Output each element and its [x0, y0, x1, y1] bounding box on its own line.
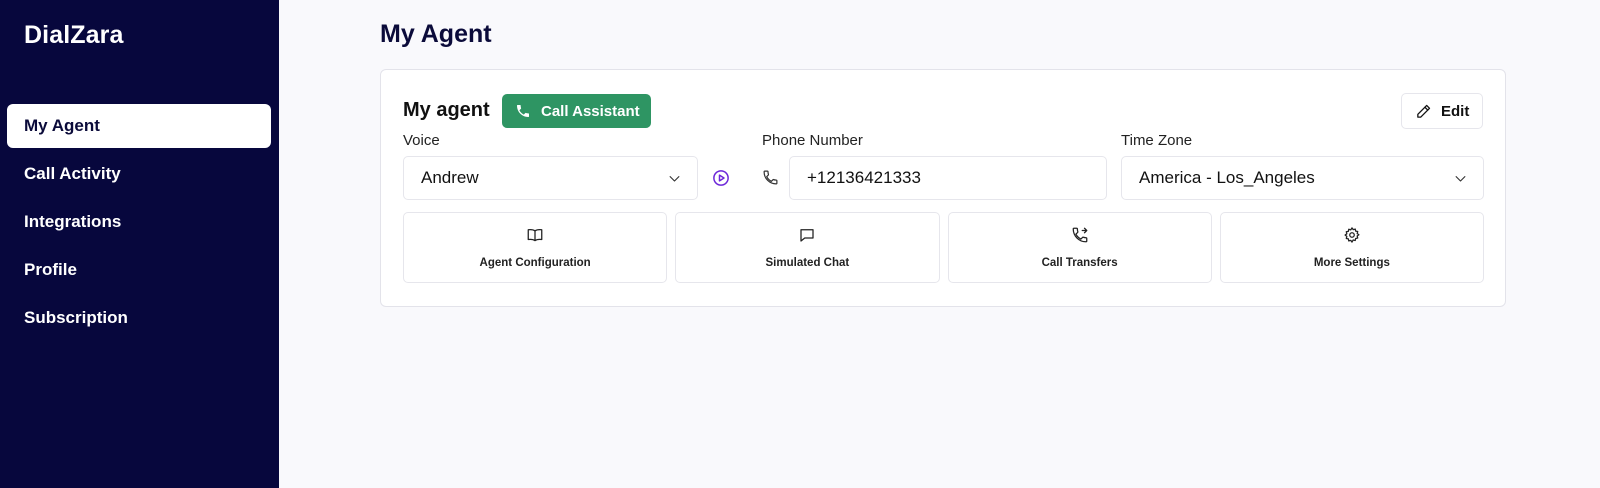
agent-actions: Agent Configuration Simulated Chat Call … [403, 212, 1484, 283]
tile-label: More Settings [1313, 257, 1390, 269]
sidebar-nav: My Agent Call Activity Integrations Prof… [7, 104, 271, 344]
card-title: My agent [403, 99, 490, 121]
tile-label: Call Transfers [1041, 257, 1118, 269]
agent-configuration-tile[interactable]: Agent Configuration [403, 212, 668, 283]
sidebar-item-call-activity[interactable]: Call Activity [7, 152, 271, 196]
gear-icon [1343, 226, 1361, 244]
sidebar: DialZara My Agent Call Activity Integrat… [0, 0, 279, 488]
time-zone-label: Time Zone [1121, 132, 1193, 149]
main-content: My Agent My agent Call Assistant Edit Vo… [279, 0, 1600, 488]
phone-forward-icon [1071, 226, 1089, 244]
phone-number-input[interactable] [789, 156, 1107, 200]
voice-select[interactable]: Andrew [403, 156, 698, 200]
pencil-icon [1415, 103, 1432, 120]
voice-value: Andrew [421, 168, 479, 187]
edit-button[interactable]: Edit [1401, 93, 1483, 129]
chat-icon [798, 226, 816, 244]
tile-label: Simulated Chat [765, 257, 850, 269]
brand-logo: DialZara [24, 21, 124, 49]
voice-label: Voice [403, 132, 440, 149]
call-assistant-button[interactable]: Call Assistant [502, 94, 651, 128]
more-settings-tile[interactable]: More Settings [1219, 212, 1484, 283]
sidebar-item-subscription[interactable]: Subscription [7, 296, 271, 340]
phone-number-label: Phone Number [762, 132, 863, 149]
chevron-down-icon [1453, 171, 1468, 186]
sidebar-item-integrations[interactable]: Integrations [7, 200, 271, 244]
sidebar-item-profile[interactable]: Profile [7, 248, 271, 292]
app-root: DialZara My Agent Call Activity Integrat… [0, 0, 1600, 488]
time-zone-select[interactable]: America - Los_Angeles [1121, 156, 1484, 200]
simulated-chat-tile[interactable]: Simulated Chat [675, 212, 940, 283]
time-zone-value: America - Los_Angeles [1139, 168, 1315, 187]
phone-outline-icon [762, 169, 779, 186]
book-icon [526, 226, 544, 244]
page-title: My Agent [380, 20, 492, 48]
play-voice-icon[interactable] [712, 169, 730, 187]
sidebar-item-my-agent[interactable]: My Agent [7, 104, 271, 148]
call-transfers-tile[interactable]: Call Transfers [947, 212, 1212, 283]
agent-card: My agent Call Assistant Edit Voice Andre… [380, 69, 1506, 307]
call-assistant-label: Call Assistant [541, 102, 640, 120]
phone-icon [515, 103, 531, 119]
edit-label: Edit [1441, 102, 1470, 120]
tile-label: Agent Configuration [479, 257, 591, 269]
chevron-down-icon [667, 171, 682, 186]
